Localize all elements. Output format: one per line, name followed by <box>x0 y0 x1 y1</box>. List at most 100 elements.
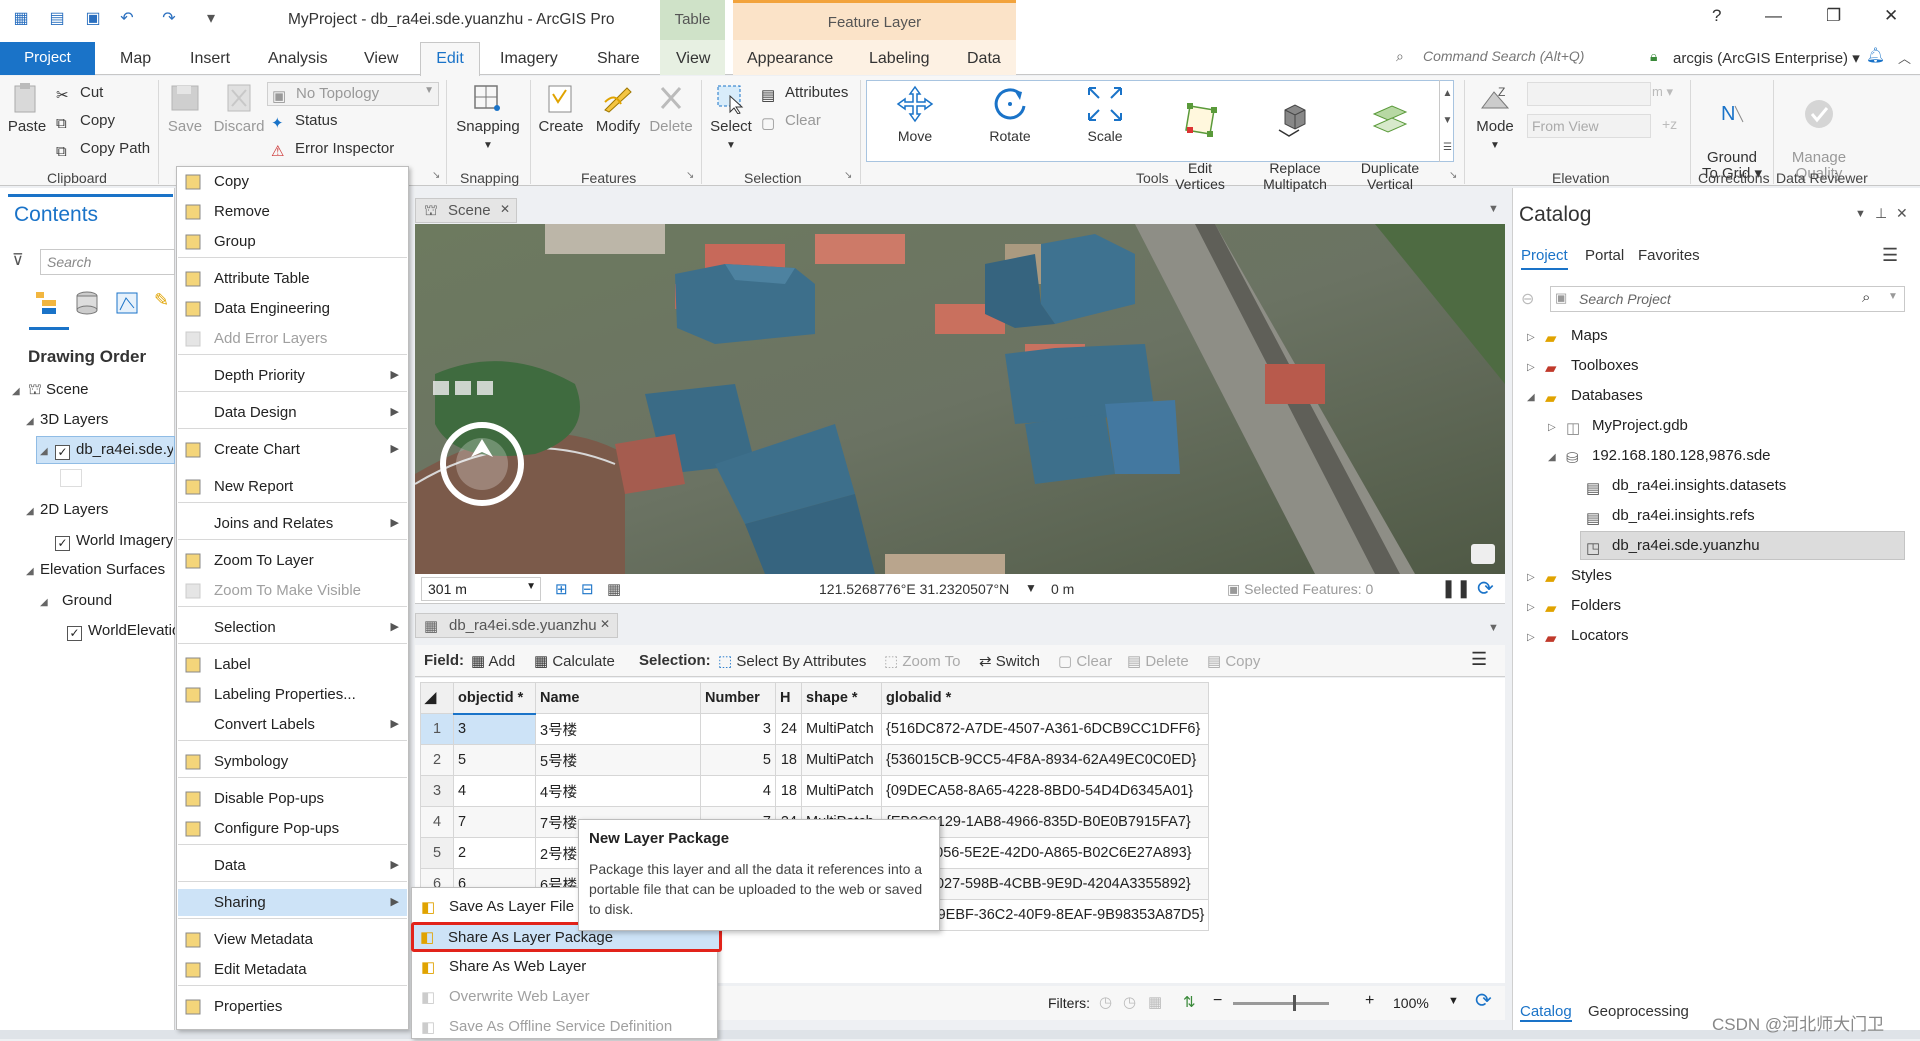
filter-extent-icon[interactable]: ◷ <box>1099 993 1112 1011</box>
table-cell[interactable]: {09DECA58-8A65-4228-8BD0-54D4D6345A01} <box>880 775 1210 807</box>
selection-launcher-icon[interactable]: ↘ <box>844 170 852 181</box>
table-cell[interactable]: 5号楼 <box>535 744 701 776</box>
gdb-expand-icon[interactable]: ▷ <box>1548 422 1556 433</box>
menu-data-engineering[interactable]: Data Engineering <box>178 295 407 322</box>
2d-layers-collapse-icon[interactable]: ◢ <box>26 506 34 517</box>
column-header-shape[interactable]: shape * <box>801 682 882 714</box>
menu-overwrite-web-layer[interactable]: ◧ Overwrite Web Layer <box>413 983 716 1011</box>
grid-icon[interactable]: ⊟ <box>581 580 594 598</box>
ground-collapse-icon[interactable]: ◢ <box>40 597 48 608</box>
elevation-unit-dropdown[interactable]: m ▾ <box>1652 84 1673 100</box>
snapping-button[interactable]: Snapping ▼ <box>453 82 523 152</box>
status-button[interactable]: ✦ Status <box>271 112 338 132</box>
list-by-editing-icon[interactable]: ✎ <box>154 290 169 311</box>
catalog-folders[interactable]: ▰ Folders <box>1545 597 1621 617</box>
menu-share-as-web-layer[interactable]: ◧ Share As Web Layer <box>413 953 716 981</box>
column-header-h[interactable]: H <box>775 682 802 714</box>
close-button[interactable]: ✕ <box>1884 6 1898 26</box>
navigator-compass-icon[interactable] <box>437 419 527 509</box>
coordinate-format-dropdown[interactable]: ▼ <box>1025 581 1037 595</box>
nav-walk-icon[interactable] <box>477 381 493 395</box>
notifications-icon[interactable]: 🔔︎ <box>1866 46 1885 64</box>
column-header-objectid[interactable]: objectid * <box>453 682 536 715</box>
table-cell[interactable]: 4 <box>700 775 776 807</box>
tab-project[interactable]: Project <box>0 42 95 75</box>
tab-map[interactable]: Map <box>120 50 151 68</box>
table-cell[interactable]: {536015CB-9CC5-4F8A-8934-62A49EC0C0ED} <box>880 744 1210 776</box>
maps-expand-icon[interactable]: ▷ <box>1527 332 1535 343</box>
contents-search-input[interactable]: Search <box>40 249 175 275</box>
back-icon[interactable]: ⊖ <box>1521 289 1534 309</box>
topology-dropdown[interactable]: ▣ No Topology ▼ <box>267 82 439 106</box>
clear-selection-table-button[interactable]: ▢ Clear <box>1058 652 1112 670</box>
table-row[interactable]: 1 3 3号楼 3 24 MultiPatch {516DC872-A7DE-4507-A3… <box>420 713 1210 745</box>
tree-layer-yuanzhu[interactable]: ✓db_ra4ei.sde.yuanzhu <box>55 441 173 460</box>
menu-copy[interactable]: Copy <box>178 168 407 195</box>
menu-group[interactable]: Group <box>178 228 407 255</box>
copy-button[interactable]: ⧉ Copy <box>56 112 115 132</box>
list-by-source-icon[interactable] <box>74 290 100 316</box>
scene-collapse-icon[interactable]: ◢ <box>12 386 20 397</box>
table-cell[interactable]: 4 <box>453 775 536 807</box>
menu-depth-priority[interactable]: Depth Priority ▶ <box>178 362 407 389</box>
table-row[interactable]: 2 5 5号楼 5 18 MultiPatch {536015CB-9CC5-4F8A-89… <box>420 744 1210 776</box>
tree-3d-layers[interactable]: 3D Layers <box>40 411 108 428</box>
catalog-menu-icon[interactable]: ▼ <box>1855 208 1866 220</box>
catalog-tab-favorites[interactable]: Favorites <box>1638 247 1700 264</box>
tool-replace-multipatch[interactable]: Replace Multipatch <box>1249 84 1341 192</box>
select-button[interactable]: Select ▼ <box>706 82 756 152</box>
gallery-scroll[interactable]: ▲ ▼ ☰ <box>1439 80 1455 162</box>
delete-button[interactable]: Delete <box>646 82 696 135</box>
catalog-close-icon[interactable]: ✕ <box>1896 205 1908 222</box>
nav-full-extent-icon[interactable] <box>455 381 471 395</box>
undo-icon[interactable]: ↶ <box>116 8 138 30</box>
table-cell[interactable]: 3 <box>700 713 776 745</box>
tool-scale[interactable]: Scale <box>1059 84 1151 144</box>
create-button[interactable]: Create <box>535 82 587 135</box>
add-field-button[interactable]: ▦ Add <box>471 652 515 670</box>
menu-zoom-to-make-visible[interactable]: Zoom To Make Visible <box>178 577 407 604</box>
new-project-icon[interactable]: ▦ <box>10 8 32 30</box>
layer-collapse-icon[interactable]: ◢ <box>40 446 48 457</box>
menu-view-metadata[interactable]: View Metadata <box>178 926 407 953</box>
zoom-level-dropdown[interactable]: ▼ <box>1448 995 1459 1007</box>
open-project-icon[interactable]: ▤ <box>46 8 68 30</box>
features-launcher-icon[interactable]: ↘ <box>686 170 694 181</box>
column-header-name[interactable]: Name <box>535 682 701 714</box>
sde-collapse-icon[interactable]: ◢ <box>1548 452 1556 463</box>
scale-input[interactable]: 301 m ▼ <box>421 577 541 601</box>
save-edits-button[interactable]: Save <box>163 82 207 135</box>
ground-to-grid-button[interactable]: N Ground To Grid ▾ <box>1696 82 1768 182</box>
row-number[interactable]: 2 <box>420 744 454 776</box>
menu-label[interactable]: Label <box>178 651 407 678</box>
delete-selected-button[interactable]: ▤ Delete <box>1127 652 1189 670</box>
paste-button[interactable]: Paste <box>6 82 48 135</box>
menu-joins-and-relates[interactable]: Joins and Relates ▶ <box>178 510 407 537</box>
catalog-tab-project[interactable]: Project <box>1521 247 1568 264</box>
nav-pan-icon[interactable] <box>433 381 449 395</box>
table-cell[interactable]: 5 <box>700 744 776 776</box>
menu-sharing[interactable]: Sharing ▶ <box>178 889 407 916</box>
table-row[interactable]: 3 4 4号楼 4 18 MultiPatch {09DECA58-8A65-4228-8B… <box>420 775 1210 807</box>
table-cell[interactable]: 18 <box>775 744 802 776</box>
menu-properties[interactable]: Properties <box>178 993 407 1020</box>
world-imagery-checkbox[interactable]: ✓ <box>55 536 70 551</box>
calculate-field-button[interactable]: ▦ Calculate <box>534 652 615 670</box>
command-search[interactable]: Command Search (Alt+Q) <box>1423 48 1584 64</box>
attribute-table-tab[interactable]: ▦ db_ra4ei.sde.yuanzhu ✕ <box>415 613 618 638</box>
tree-elevation-surfaces[interactable]: Elevation Surfaces <box>40 561 165 578</box>
elevation-input[interactable] <box>1527 82 1651 106</box>
scene-view-menu-icon[interactable]: ▼ <box>1488 203 1499 215</box>
copy-selected-button[interactable]: ▤ Copy <box>1207 652 1260 670</box>
table-cell[interactable]: MultiPatch <box>801 775 882 807</box>
menu-attribute-table[interactable]: Attribute Table <box>178 265 407 292</box>
table-cell[interactable]: 4号楼 <box>535 775 701 807</box>
tab-imagery[interactable]: Imagery <box>500 50 558 68</box>
table-cell[interactable]: 18 <box>775 775 802 807</box>
toolboxes-expand-icon[interactable]: ▷ <box>1527 362 1535 373</box>
list-by-drawing-order-icon[interactable] <box>34 290 62 316</box>
catalog-sde-connection[interactable]: ⛁ 192.168.180.128,9876.sde <box>1566 447 1771 467</box>
zoom-in-button[interactable]: + <box>1365 992 1374 1010</box>
tab-table-view[interactable]: View <box>676 50 710 68</box>
tab-share[interactable]: Share <box>597 50 640 68</box>
